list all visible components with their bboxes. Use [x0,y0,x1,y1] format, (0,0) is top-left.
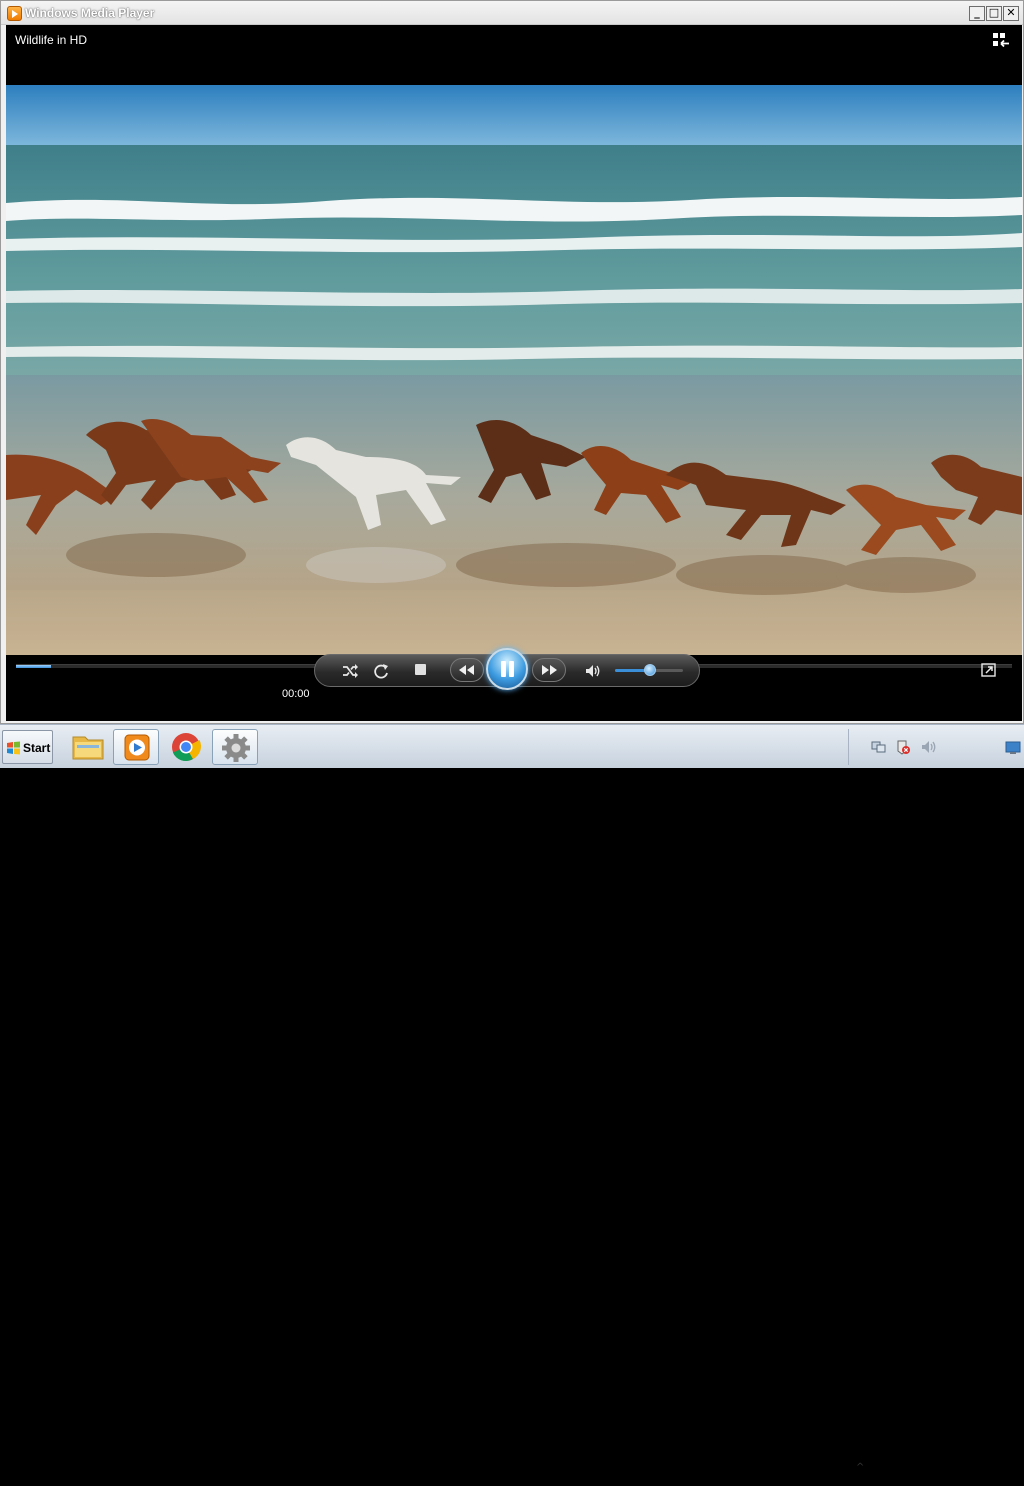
show-hidden-icons-button[interactable]: ^ [856,1462,864,1473]
taskbar-item-media-player[interactable] [113,729,159,765]
stop-icon[interactable] [415,664,426,675]
start-label: Start [23,741,51,755]
chrome-icon [172,733,202,762]
network-icon[interactable] [871,739,887,755]
taskbar-item-explorer[interactable] [65,729,111,765]
video-frame[interactable] [6,85,1022,655]
speaker-icon[interactable] [584,662,602,680]
next-button[interactable] [532,658,566,682]
window-title: Windows Media Player [25,6,155,20]
elapsed-time: 00:00 [282,688,310,700]
folder-icon [72,736,104,760]
now-playing-area: Wildlife in HD 00:00 [6,25,1022,721]
volume-slider-thumb[interactable] [644,664,656,676]
start-button[interactable]: Start [2,730,53,764]
volume-tray-icon[interactable] [921,739,937,755]
pause-button[interactable] [486,648,528,690]
windows-logo-icon [7,741,20,755]
taskbar-item-settings[interactable] [212,729,258,765]
notification-area [848,729,1024,765]
media-player-icon [124,734,150,761]
seek-progress [16,665,51,668]
media-title: Wildlife in HD [15,33,88,47]
taskbar: Start ^ 5:44 AM 10/3/2022 [0,724,1024,1486]
previous-button[interactable] [450,658,484,682]
next-icon [542,665,557,675]
taskbar-item-chrome[interactable] [163,729,209,765]
gear-icon [222,734,250,762]
shuffle-icon[interactable] [341,662,359,680]
close-button[interactable]: ✕ [1003,6,1019,21]
media-player-window: Windows Media Player _ □ ✕ Wildlife in H… [0,0,1024,724]
switch-to-library-icon[interactable] [992,32,1010,48]
volume-level [615,669,646,672]
fullscreen-icon[interactable] [981,663,996,677]
clock-date[interactable]: 10/3/2022 [949,1474,998,1486]
minimize-button[interactable]: _ [969,6,985,21]
maximize-button[interactable]: □ [986,6,1002,21]
show-desktop-icon[interactable] [1005,741,1021,755]
media-player-icon [7,6,22,21]
repeat-icon[interactable] [372,662,390,680]
action-center-icon[interactable] [895,739,911,755]
previous-icon [459,665,474,675]
title-bar[interactable]: Windows Media Player _ □ ✕ [1,1,1023,25]
video-picture [6,85,1022,655]
clock-time[interactable]: 5:44 AM [954,1458,994,1470]
